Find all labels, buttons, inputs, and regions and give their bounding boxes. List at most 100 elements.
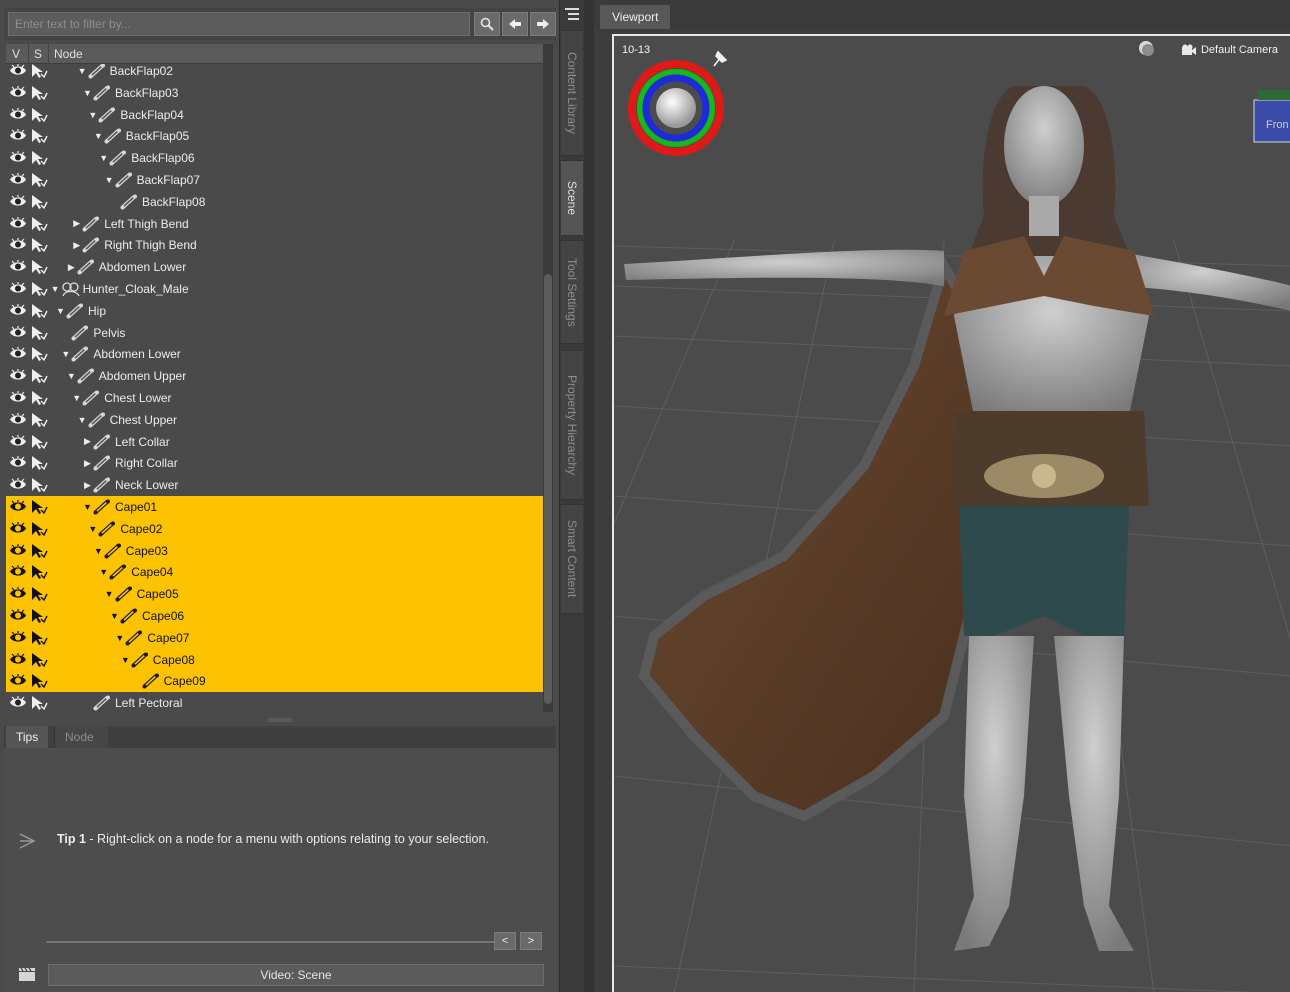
column-selectable[interactable]: S bbox=[34, 47, 42, 61]
eye-icon[interactable] bbox=[9, 456, 27, 469]
collapse-toggle[interactable]: ▼ bbox=[71, 393, 82, 403]
tab-node[interactable]: Node bbox=[54, 726, 108, 748]
tree-node[interactable]: ▼ Cape02 bbox=[87, 518, 162, 540]
collapse-toggle[interactable]: ▼ bbox=[55, 306, 66, 316]
tree-row[interactable]: ▶ Right Collar bbox=[6, 452, 543, 474]
eye-icon[interactable] bbox=[9, 107, 27, 121]
eye-icon[interactable] bbox=[9, 521, 27, 535]
collapse-toggle[interactable]: ▼ bbox=[120, 655, 131, 665]
tree-row[interactable]: ▼ Chest Upper bbox=[6, 409, 543, 431]
eye-icon[interactable] bbox=[9, 696, 27, 709]
eye-icon[interactable] bbox=[9, 630, 27, 644]
eye-icon[interactable] bbox=[9, 194, 27, 208]
tree-node[interactable]: ▼ Cape05 bbox=[104, 583, 179, 605]
tree-node[interactable]: BackFlap08 bbox=[109, 191, 205, 213]
eye-icon[interactable] bbox=[9, 565, 27, 578]
eye-icon[interactable] bbox=[9, 369, 27, 382]
select-arrow-icon[interactable] bbox=[31, 630, 48, 646]
select-arrow-icon[interactable] bbox=[31, 107, 48, 123]
eye-icon[interactable] bbox=[9, 303, 27, 317]
tab-tips[interactable]: Tips bbox=[6, 726, 49, 748]
eye-icon[interactable] bbox=[9, 543, 27, 557]
collapse-toggle[interactable]: ▼ bbox=[82, 502, 93, 512]
collapse-toggle[interactable]: ▼ bbox=[98, 567, 109, 577]
eye-icon[interactable] bbox=[9, 500, 27, 513]
camera-selector[interactable]: Default Camera bbox=[1181, 44, 1278, 56]
tree-node[interactable]: ▼ Cape03 bbox=[93, 540, 168, 562]
eye-icon[interactable] bbox=[9, 282, 27, 295]
expand-toggle[interactable]: ▶ bbox=[66, 262, 77, 273]
sidetab-property-hierarchy[interactable]: Property Hierarchy bbox=[561, 350, 583, 500]
select-arrow-icon[interactable] bbox=[31, 608, 48, 624]
eye-icon[interactable] bbox=[9, 652, 27, 666]
collapse-toggle[interactable]: ▼ bbox=[104, 175, 115, 185]
tree-row[interactable]: ▶ Right Thigh Bend bbox=[6, 234, 543, 256]
select-arrow-icon[interactable] bbox=[31, 237, 48, 253]
collapse-toggle[interactable]: ▼ bbox=[93, 131, 104, 141]
select-arrow-icon[interactable] bbox=[31, 586, 48, 602]
tree-row[interactable]: ▼ BackFlap04 bbox=[6, 104, 543, 126]
collapse-toggle[interactable]: ▼ bbox=[77, 66, 88, 76]
collapse-toggle[interactable]: ▼ bbox=[50, 284, 61, 294]
collapse-toggle[interactable]: ▼ bbox=[98, 153, 109, 163]
search-button[interactable] bbox=[474, 12, 500, 36]
tree-node[interactable]: ▼ Cape07 bbox=[114, 627, 189, 649]
expand-toggle[interactable]: ▶ bbox=[71, 218, 82, 229]
column-visible[interactable]: V bbox=[12, 47, 20, 61]
eye-icon[interactable] bbox=[9, 173, 27, 186]
tree-node[interactable]: Cape09 bbox=[131, 670, 206, 692]
tree-scrollbar[interactable] bbox=[543, 44, 553, 712]
select-arrow-icon[interactable] bbox=[31, 695, 48, 711]
tree-node[interactable]: ▶ Right Collar bbox=[82, 452, 178, 474]
eye-icon[interactable] bbox=[9, 64, 27, 77]
select-arrow-icon[interactable] bbox=[31, 390, 48, 406]
select-arrow-icon[interactable] bbox=[31, 64, 48, 79]
tree-row[interactable]: Cape09 bbox=[6, 670, 543, 693]
tree-row[interactable]: Left Pectoral bbox=[6, 692, 543, 714]
tree-row[interactable]: ▼ BackFlap07 bbox=[6, 169, 543, 191]
collapse-toggle[interactable]: ▼ bbox=[66, 371, 77, 381]
tree-row[interactable]: ▼ Hunter_Cloak_Male bbox=[6, 278, 543, 300]
tree-row[interactable]: ▼ Cape05 bbox=[6, 583, 543, 606]
tree-node[interactable]: ▼ BackFlap05 bbox=[93, 125, 189, 147]
select-arrow-icon[interactable] bbox=[31, 194, 48, 210]
tree-row[interactable]: ▶ Neck Lower bbox=[6, 474, 543, 496]
tree-node[interactable]: ▼ Chest Lower bbox=[71, 387, 172, 409]
tree-row[interactable]: ▼ BackFlap02 bbox=[6, 64, 543, 82]
tree-node[interactable]: ▶ Right Thigh Bend bbox=[71, 234, 197, 256]
expand-toggle[interactable]: ▶ bbox=[71, 240, 82, 251]
eye-icon[interactable] bbox=[9, 587, 27, 600]
tree-node[interactable]: ▼ BackFlap03 bbox=[82, 82, 178, 104]
eye-icon[interactable] bbox=[9, 85, 27, 99]
tree-node[interactable]: ▼ Cape06 bbox=[109, 605, 184, 627]
eye-icon[interactable] bbox=[9, 478, 27, 491]
eye-icon[interactable] bbox=[9, 325, 27, 339]
tree-row[interactable]: ▼ Hip bbox=[6, 300, 543, 322]
select-arrow-icon[interactable] bbox=[31, 434, 48, 450]
tree-node[interactable]: ▼ Hip bbox=[55, 300, 106, 322]
tree-node[interactable]: ▼ Cape08 bbox=[120, 649, 195, 671]
tree-row[interactable]: ▶ Left Collar bbox=[6, 431, 543, 453]
eye-icon[interactable] bbox=[9, 260, 27, 273]
expand-toggle[interactable]: ▶ bbox=[82, 480, 93, 491]
tree-node[interactable]: ▼ Abdomen Lower bbox=[60, 343, 181, 365]
tree-row[interactable]: ▼ Abdomen Upper bbox=[6, 365, 543, 387]
eye-icon[interactable] bbox=[9, 434, 27, 448]
tree-node[interactable]: ▼ BackFlap02 bbox=[77, 64, 173, 82]
eye-icon[interactable] bbox=[9, 238, 27, 251]
tree-row[interactable]: ▼ Cape01 bbox=[6, 496, 543, 518]
tree-node[interactable]: Pelvis bbox=[60, 322, 125, 344]
select-arrow-icon[interactable] bbox=[31, 346, 48, 362]
panel-splitter[interactable] bbox=[268, 718, 292, 722]
panel-menu-icon[interactable] bbox=[563, 6, 581, 22]
tree-row[interactable]: ▼ Cape03 bbox=[6, 539, 543, 562]
tree-row[interactable]: ▼ BackFlap05 bbox=[6, 125, 543, 147]
tree-row[interactable]: ▼ Cape07 bbox=[6, 626, 543, 649]
tree-row[interactable]: ▼ Cape02 bbox=[6, 517, 543, 540]
expand-toggle[interactable]: ▶ bbox=[82, 436, 93, 447]
tree-node[interactable]: ▼ Chest Upper bbox=[77, 409, 177, 431]
sidetab-scene[interactable]: Scene bbox=[561, 160, 583, 236]
select-arrow-icon[interactable] bbox=[31, 455, 48, 471]
filter-prev-button[interactable] bbox=[502, 12, 528, 36]
collapse-toggle[interactable]: ▼ bbox=[82, 88, 93, 98]
